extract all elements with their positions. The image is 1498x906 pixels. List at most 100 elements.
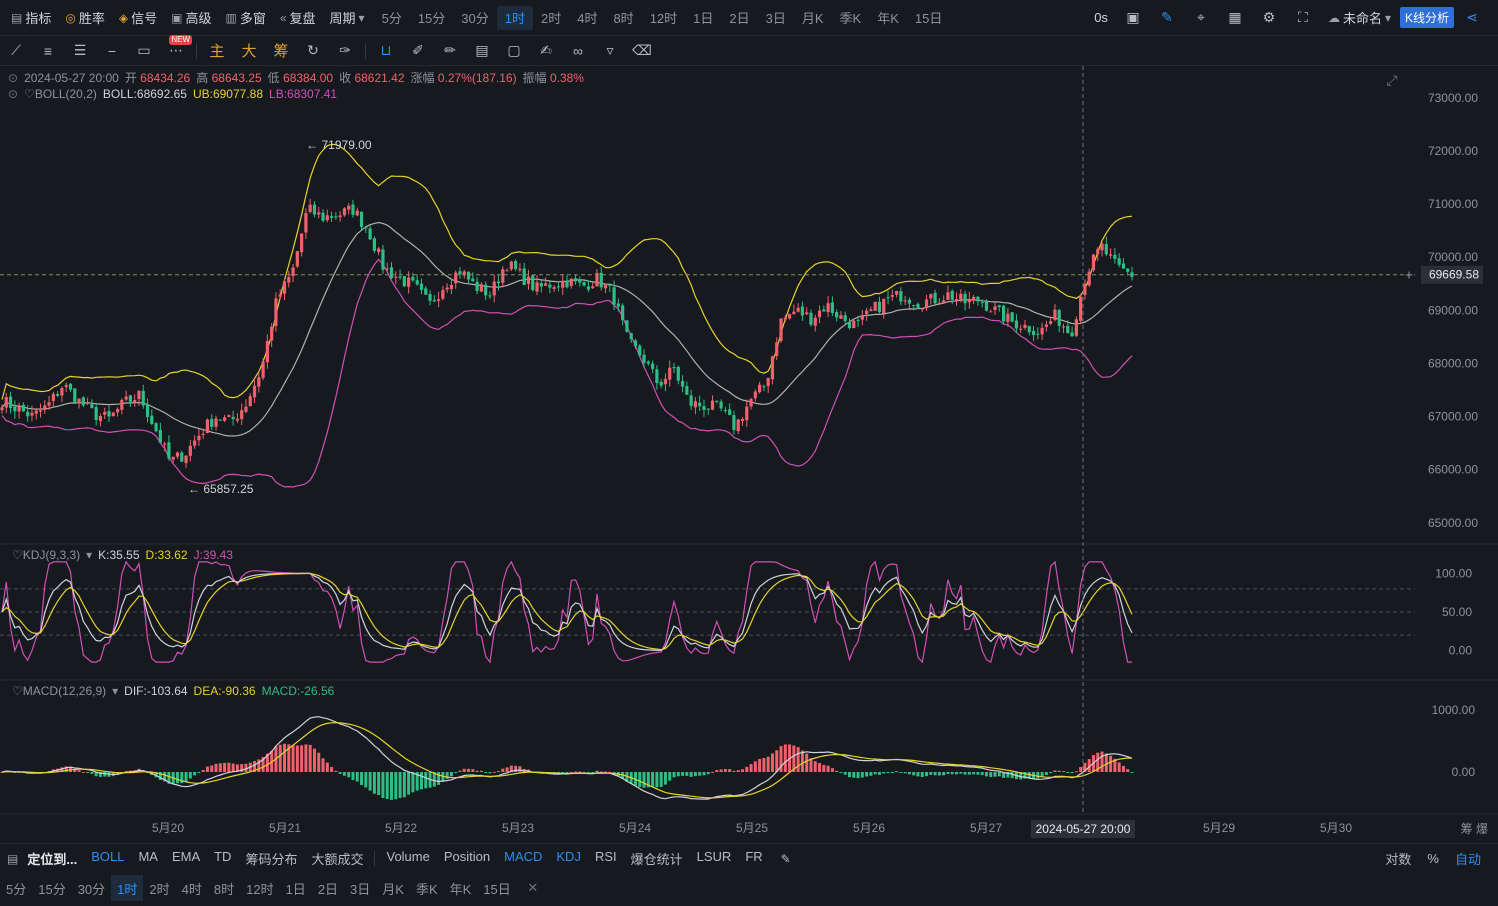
- theme-icon[interactable]: ▦: [1219, 4, 1251, 32]
- tab-period-9[interactable]: 2日: [721, 6, 757, 30]
- log-scale-toggle[interactable]: 对数: [1378, 849, 1418, 868]
- edit-indicators-icon[interactable]: ✎: [770, 845, 802, 873]
- bottom-period-7[interactable]: 12时: [240, 875, 279, 901]
- tab-period-10[interactable]: 3日: [758, 6, 794, 30]
- k-analysis-button[interactable]: K线分析: [1399, 7, 1454, 28]
- edit-icon[interactable]: ✍: [530, 37, 562, 65]
- indicator-toggle-2[interactable]: EMA: [165, 849, 207, 868]
- pen-icon[interactable]: ✎: [1151, 4, 1183, 32]
- tab-period-8[interactable]: 1日: [685, 6, 721, 30]
- toggle-icon[interactable]: ⊙: [8, 71, 18, 85]
- share-icon[interactable]: ⋖: [1456, 4, 1488, 32]
- topbar-item-2[interactable]: ◈ 信号: [112, 5, 164, 31]
- macd-histogram-bar: [1126, 769, 1130, 772]
- close-icon[interactable]: ✕: [517, 874, 549, 902]
- chevron-down-icon[interactable]: ▾: [86, 548, 92, 562]
- locate-button[interactable]: ▤ 定位到...: [0, 846, 84, 872]
- indicator-toggle-3[interactable]: TD: [207, 849, 238, 868]
- indicator-toggle-4[interactable]: 筹码分布: [238, 849, 304, 868]
- tab-period-7[interactable]: 12时: [642, 6, 685, 30]
- bottom-period-4[interactable]: 2时: [143, 875, 175, 901]
- sub-indicator-toggle-4[interactable]: RSI: [588, 849, 624, 868]
- rectangle-icon[interactable]: ▭: [128, 37, 160, 65]
- sub-indicator-toggle-0[interactable]: Volume: [379, 849, 436, 868]
- ruler-icon[interactable]: ✐: [402, 37, 434, 65]
- indicator-toggle-0[interactable]: BOLL: [84, 849, 131, 868]
- topbar-item-3[interactable]: ▣ 高级: [164, 5, 218, 31]
- chart-area[interactable]: 73000.00 72000.00 71000.00 70000.00 69000.00…: [0, 66, 1498, 842]
- macd-histogram-bar: [822, 764, 826, 772]
- macd-histogram-bar: [368, 772, 372, 791]
- line-tool-icon[interactable]: ⟋: [0, 37, 32, 65]
- tab-period-14[interactable]: 15日: [907, 6, 950, 30]
- bottom-period-12[interactable]: 季K: [410, 875, 444, 901]
- sub-indicator-toggle-5[interactable]: 爆仓统计: [624, 849, 690, 868]
- chart-canvas[interactable]: 73000.00 72000.00 71000.00 70000.00 69000.00…: [0, 66, 1498, 842]
- bottom-period-5[interactable]: 4时: [176, 875, 208, 901]
- tab-period-4[interactable]: 2时: [533, 6, 569, 30]
- bottom-period-9[interactable]: 2日: [312, 875, 344, 901]
- sub-indicator-toggle-3[interactable]: KDJ: [549, 849, 588, 868]
- horizontal-lines-icon[interactable]: ☰: [64, 37, 96, 65]
- sub-indicator-toggle-7[interactable]: FR: [738, 849, 769, 868]
- sub-indicator-toggle-2[interactable]: MACD: [497, 849, 549, 868]
- crop-icon[interactable]: ⌖: [1185, 4, 1217, 32]
- macd-histogram-bar: [848, 772, 851, 778]
- bottom-period-0[interactable]: 5分: [0, 875, 32, 901]
- tab-period-11[interactable]: 月K: [794, 6, 832, 30]
- tab-period-12[interactable]: 季K: [832, 6, 870, 30]
- sync-icon[interactable]: ↻: [297, 37, 329, 65]
- topbar-item-5[interactable]: «复盘: [273, 5, 323, 31]
- tab-period-13[interactable]: 年K: [869, 6, 907, 30]
- bell-icon[interactable]: ♡: [12, 548, 23, 562]
- link-icon[interactable]: ∞: [562, 37, 594, 65]
- bottom-period-1[interactable]: 15分: [32, 875, 71, 901]
- macd-histogram-bar: [81, 771, 85, 773]
- topbar-item-6[interactable]: 周期 ▾: [323, 5, 372, 31]
- tab-period-3[interactable]: 1时: [496, 5, 533, 30]
- more-tools-icon[interactable]: ⋯ NEW: [160, 34, 192, 65]
- bottom-period-3[interactable]: 1时: [111, 875, 144, 901]
- topbar-item-1[interactable]: ◎ 胜率: [58, 5, 112, 31]
- bottom-period-8[interactable]: 1日: [280, 875, 312, 901]
- bell-icon[interactable]: ♡: [24, 87, 35, 101]
- tab-period-2[interactable]: 30分: [453, 6, 496, 30]
- camera-icon[interactable]: ▣: [1117, 4, 1149, 32]
- horizontal-ray-icon[interactable]: −: [96, 37, 128, 65]
- toggle-icon[interactable]: ⊙: [8, 87, 18, 101]
- sub-indicator-toggle-1[interactable]: Position: [437, 849, 497, 868]
- tab-period-6[interactable]: 8时: [605, 6, 641, 30]
- bottom-period-10[interactable]: 3日: [344, 875, 376, 901]
- lock-icon[interactable]: ▢: [498, 37, 530, 65]
- bottom-period-2[interactable]: 30分: [72, 875, 111, 901]
- sub-indicator-toggle-6[interactable]: LSUR: [690, 849, 739, 868]
- pattern-icon[interactable]: ▤: [466, 37, 498, 65]
- brush-icon[interactable]: ✑: [329, 37, 361, 65]
- parallel-lines-icon[interactable]: ≡: [32, 37, 64, 65]
- main-force-tool[interactable]: 主: [201, 37, 233, 65]
- pencil-icon[interactable]: ✏: [434, 37, 466, 65]
- tab-period-1[interactable]: 15分: [410, 6, 453, 30]
- auto-scale-toggle[interactable]: 自动: [1448, 849, 1488, 868]
- bottom-period-14[interactable]: 15日: [477, 875, 516, 901]
- bottom-period-6[interactable]: 8时: [208, 875, 240, 901]
- tab-period-0[interactable]: 5分: [374, 6, 410, 30]
- bottom-period-11[interactable]: 月K: [376, 875, 410, 901]
- trash-icon[interactable]: ⌫: [626, 37, 658, 65]
- chips-tool[interactable]: 筹: [265, 37, 297, 65]
- topbar-item-4[interactable]: ▥ 多窗: [218, 5, 272, 31]
- gear-icon[interactable]: ⚙: [1253, 4, 1285, 32]
- magnet-icon[interactable]: ⊔: [370, 37, 402, 65]
- indicator-toggle-5[interactable]: 大额成交: [304, 849, 370, 868]
- chevron-down-icon[interactable]: ▾: [112, 684, 118, 698]
- bell-icon[interactable]: ♡: [12, 684, 23, 698]
- tab-period-5[interactable]: 4时: [569, 6, 605, 30]
- indicator-toggle-1[interactable]: MA: [131, 849, 165, 868]
- filter-icon[interactable]: ▿: [594, 37, 626, 65]
- large-order-tool[interactable]: 大: [233, 37, 265, 65]
- percent-scale-toggle[interactable]: %: [1420, 851, 1446, 866]
- bottom-period-13[interactable]: 年K: [444, 875, 478, 901]
- topbar-item-0[interactable]: ▤ 指标: [4, 5, 58, 31]
- layout-name-dropdown[interactable]: ☁ 未命名 ▾: [1321, 5, 1398, 31]
- fullscreen-icon[interactable]: ⛶: [1287, 4, 1319, 32]
